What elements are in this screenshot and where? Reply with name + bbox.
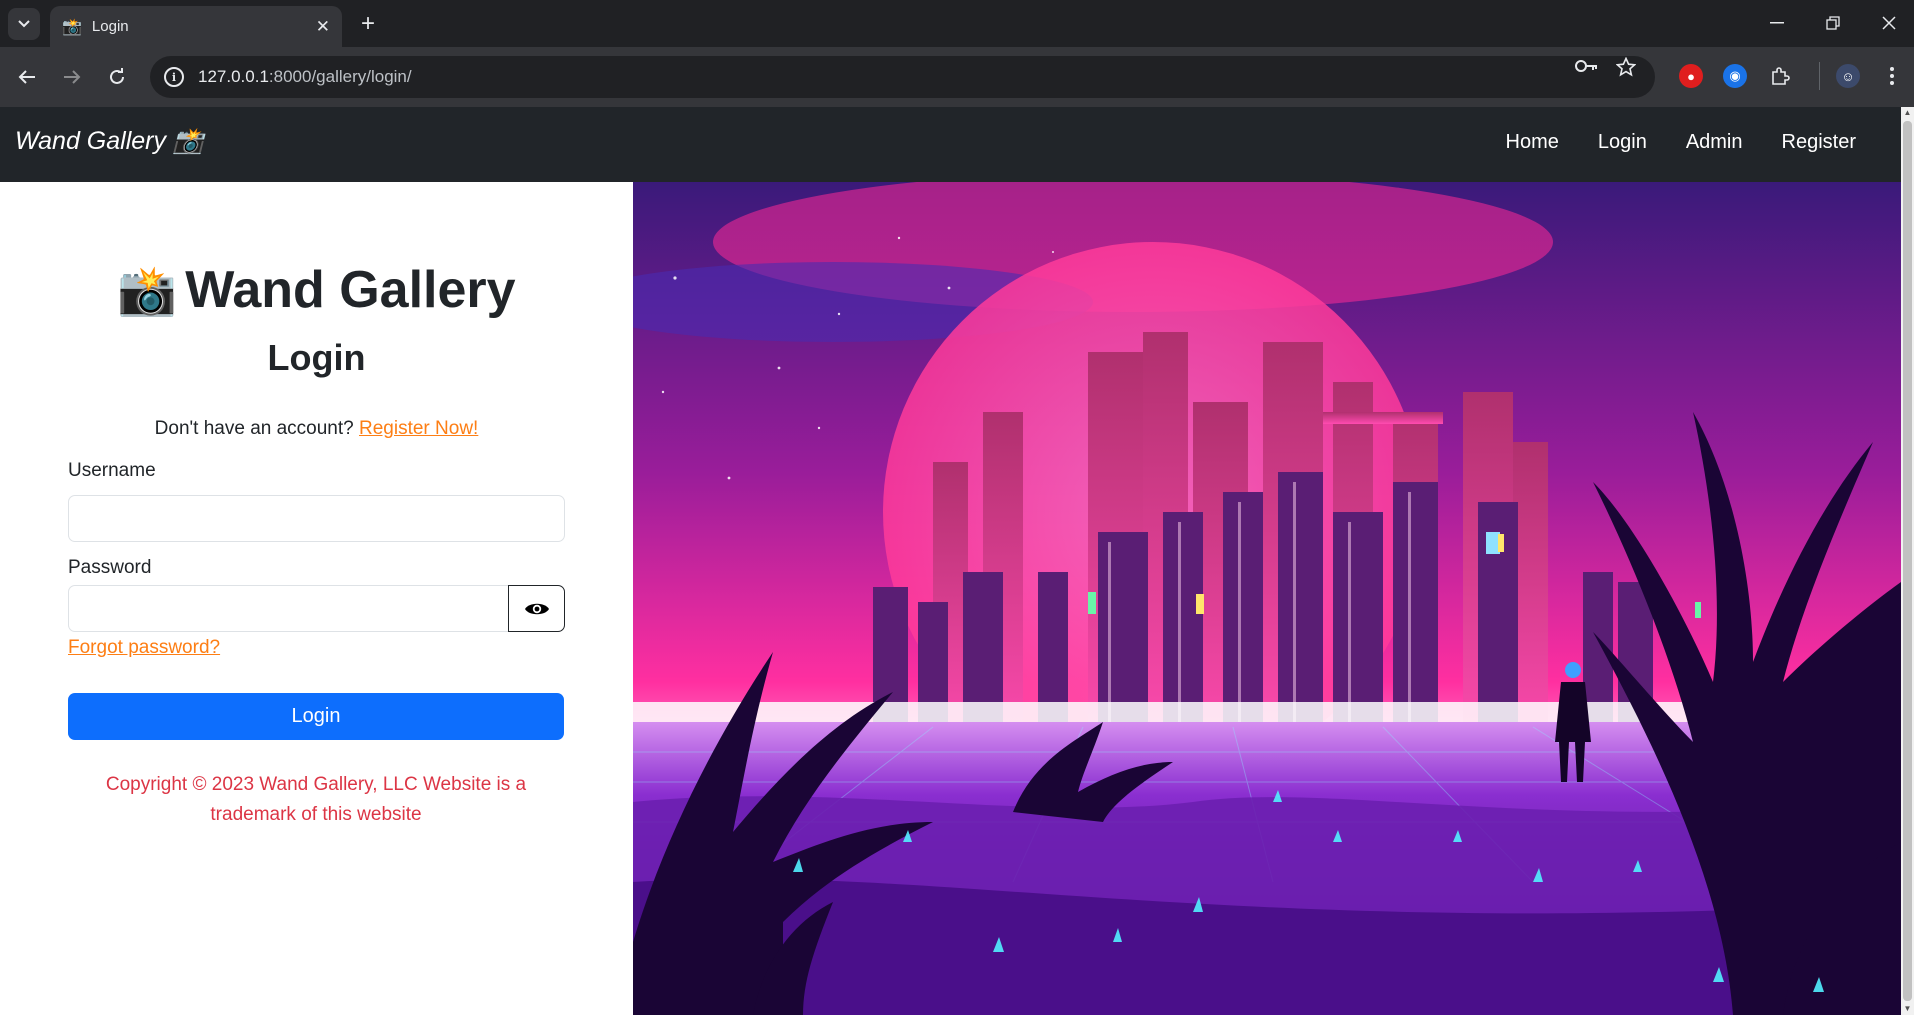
star-icon[interactable] (1615, 56, 1637, 82)
new-tab-button[interactable]: + (352, 8, 384, 40)
page-scrollbar[interactable]: ▲ ▼ (1901, 107, 1914, 1015)
reload-icon (110, 68, 124, 84)
close-tab-icon[interactable]: ✕ (316, 17, 330, 37)
brand-link[interactable]: Wand Gallery 📸 (15, 127, 204, 156)
extension-red-icon[interactable]: ● (1679, 64, 1703, 88)
username-label: Username (68, 460, 156, 481)
browser-toolbar: i 127.0.0.1:8000/gallery/login/ (0, 47, 1914, 107)
toolbar-separator (1819, 62, 1820, 90)
camera-icon: 📸 (117, 265, 178, 318)
login-submit-button[interactable]: Login (68, 693, 564, 740)
scrollbar-thumb[interactable] (1903, 121, 1912, 1001)
reload-button[interactable] (100, 60, 134, 94)
username-input[interactable] (68, 495, 565, 542)
more-menu-icon[interactable] (1880, 64, 1904, 88)
nav-register-link[interactable]: Register (1782, 131, 1856, 154)
minimize-button[interactable] (1755, 6, 1799, 40)
password-input[interactable] (68, 585, 509, 632)
register-prompt: Don't have an account? Register Now! (154, 418, 479, 439)
site-navbar: Wand Gallery 📸 Home Login Admin Register (0, 107, 1901, 182)
camera-icon: 📸 (62, 18, 82, 36)
eye-icon (524, 603, 549, 614)
profile-avatar[interactable]: ☺ (1836, 64, 1860, 88)
restore-icon (1826, 16, 1840, 30)
nav-links: Home Login Admin Register (1506, 131, 1856, 154)
copyright-text: Copyright © 2023 Wand Gallery, LLC Websi… (105, 774, 527, 825)
extension-blue-icon[interactable]: ◉ (1723, 64, 1747, 88)
arrow-right-icon (64, 70, 81, 84)
synthwave-city-illustration (633, 182, 1901, 1015)
login-panel: 📸 Wand Gallery Login Don't have an accoun… (0, 182, 633, 1015)
arrow-left-icon (18, 70, 35, 84)
login-heading: Login (267, 337, 366, 378)
page-viewport: Wand Gallery 📸 Home Login Admin Register… (0, 107, 1914, 1015)
puzzle-icon[interactable] (1768, 64, 1792, 88)
hero-image (633, 182, 1901, 1015)
nav-admin-link[interactable]: Admin (1686, 131, 1743, 154)
scroll-up-icon[interactable]: ▲ (1901, 107, 1914, 119)
url-text: 127.0.0.1:8000/gallery/login/ (198, 67, 412, 86)
restore-button[interactable] (1811, 6, 1855, 40)
site-info-icon[interactable]: i (164, 67, 184, 87)
scroll-down-icon[interactable]: ▼ (1901, 1003, 1914, 1015)
active-tab[interactable]: 📸 Login ✕ (50, 6, 342, 47)
close-icon (1882, 16, 1896, 30)
register-now-link[interactable]: Register Now! (359, 418, 478, 439)
close-window-button[interactable] (1867, 6, 1911, 40)
nav-home-link[interactable]: Home (1506, 131, 1559, 154)
tab-title: Login (91, 18, 129, 35)
forward-button[interactable] (55, 60, 89, 94)
minimize-icon (1770, 22, 1784, 24)
address-bar[interactable]: i 127.0.0.1:8000/gallery/login/ (150, 56, 1655, 98)
forgot-password-link[interactable]: Forgot password? (68, 637, 220, 659)
back-button[interactable] (10, 60, 44, 94)
key-icon[interactable] (1575, 57, 1599, 78)
browser-tab-strip: 📸 Login ✕ + (0, 0, 1914, 47)
tab-search-button[interactable] (8, 8, 40, 40)
toggle-password-button[interactable] (508, 585, 565, 632)
page-title: 📸 Wand Gallery (117, 261, 516, 319)
nav-login-link[interactable]: Login (1598, 131, 1647, 154)
chevron-down-icon (18, 20, 30, 28)
password-label: Password (68, 557, 152, 578)
